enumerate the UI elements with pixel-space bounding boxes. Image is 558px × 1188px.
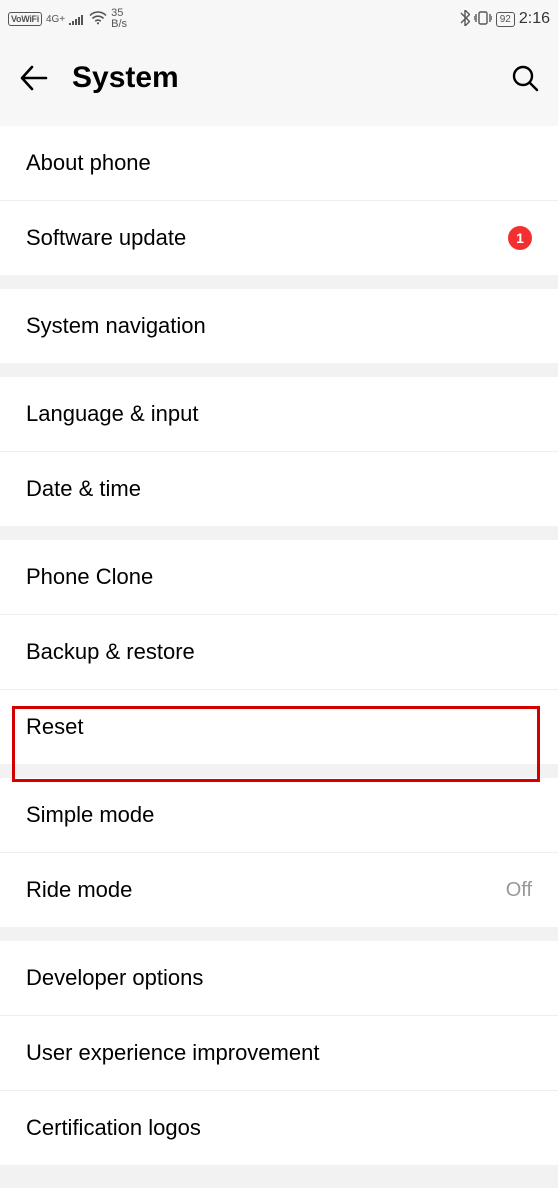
item-certification-logos[interactable]: Certification logos [0, 1090, 558, 1165]
item-label: Developer options [26, 965, 203, 991]
signal-bars-icon [69, 13, 85, 25]
item-label: User experience improvement [26, 1040, 319, 1066]
settings-group: System navigation [0, 289, 558, 363]
status-right: 92 2:16 [460, 10, 550, 29]
wifi-icon [89, 11, 107, 28]
group-separator [0, 275, 558, 289]
notification-badge: 1 [508, 226, 532, 250]
item-label: About phone [26, 150, 151, 176]
item-label: Date & time [26, 476, 141, 502]
app-header: System [0, 38, 558, 126]
item-label: Ride mode [26, 877, 132, 903]
item-label: Simple mode [26, 802, 154, 828]
battery-icon: 92 [496, 12, 515, 27]
bluetooth-icon [460, 10, 470, 29]
item-reset[interactable]: Reset [0, 689, 558, 764]
network-speed: 35 B/s [111, 8, 127, 30]
item-value: Off [506, 879, 532, 902]
group-separator [0, 927, 558, 941]
arrow-left-icon [18, 63, 48, 93]
item-developer-options[interactable]: Developer options [0, 941, 558, 1015]
vibrate-icon [474, 11, 492, 28]
item-software-update[interactable]: Software update 1 [0, 200, 558, 275]
settings-group: Simple mode Ride mode Off [0, 778, 558, 927]
item-label: Backup & restore [26, 639, 195, 665]
status-left: VoWiFi 4G+ 35 B/s [8, 8, 127, 30]
item-label: Software update [26, 225, 186, 251]
back-button[interactable] [18, 58, 58, 98]
search-button[interactable] [510, 63, 540, 93]
page-title: System [72, 61, 510, 95]
settings-group: About phone Software update 1 [0, 126, 558, 275]
settings-group: Developer options User experience improve… [0, 941, 558, 1165]
item-ride-mode[interactable]: Ride mode Off [0, 852, 558, 927]
item-simple-mode[interactable]: Simple mode [0, 778, 558, 852]
clock-label: 2:16 [519, 10, 550, 28]
settings-group: Phone Clone Backup & restore Reset [0, 540, 558, 764]
vowifi-icon: VoWiFi [8, 12, 42, 26]
item-label: System navigation [26, 313, 206, 339]
search-icon [511, 64, 539, 92]
battery-percent: 92 [500, 14, 511, 25]
item-label: Reset [26, 714, 83, 740]
speed-unit: B/s [111, 19, 127, 30]
item-language-input[interactable]: Language & input [0, 377, 558, 451]
item-user-experience[interactable]: User experience improvement [0, 1015, 558, 1090]
item-label: Certification logos [26, 1115, 201, 1141]
settings-group: Language & input Date & time [0, 377, 558, 526]
item-label: Phone Clone [26, 564, 153, 590]
item-right: 1 [508, 226, 532, 250]
group-separator [0, 363, 558, 377]
settings-list: About phone Software update 1 System naviga… [0, 126, 558, 1165]
item-right: Off [506, 879, 532, 902]
item-system-navigation[interactable]: System navigation [0, 289, 558, 363]
item-about-phone[interactable]: About phone [0, 126, 558, 200]
network-type-label: 4G+ [46, 15, 65, 24]
item-label: Language & input [26, 401, 199, 427]
group-separator [0, 526, 558, 540]
item-phone-clone[interactable]: Phone Clone [0, 540, 558, 614]
item-date-time[interactable]: Date & time [0, 451, 558, 526]
group-separator [0, 764, 558, 778]
status-bar: VoWiFi 4G+ 35 B/s 92 2:16 [0, 0, 558, 38]
item-backup-restore[interactable]: Backup & restore [0, 614, 558, 689]
